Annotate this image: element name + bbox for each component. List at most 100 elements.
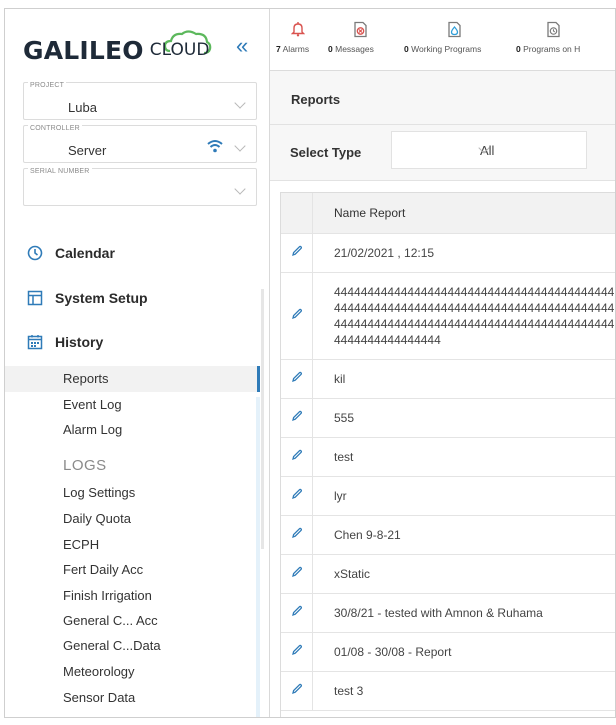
pencil-icon[interactable] <box>291 527 303 539</box>
galileo-logo: GALILEO CLOUD <box>23 30 212 67</box>
pencil-icon[interactable] <box>291 605 303 617</box>
name-report-cell: Chen 9-8-21 <box>312 515 615 555</box>
page-title: Reports <box>291 92 341 107</box>
name-report-cell: xStatic <box>312 554 615 594</box>
edit-cell[interactable] <box>281 398 313 438</box>
pencil-icon[interactable] <box>291 683 303 695</box>
alarms-label: Alarms <box>282 44 310 54</box>
edit-cell[interactable] <box>281 515 313 555</box>
chevron-down-icon <box>234 97 246 109</box>
edit-cell[interactable] <box>281 632 313 672</box>
table-row[interactable]: Chen 9-8-21 <box>281 515 615 555</box>
message-x-icon <box>354 21 367 38</box>
sidebar-item-sensor-data[interactable]: Sensor Data <box>63 690 135 705</box>
table-row[interactable]: 30/8/21 - tested with Amnon & Ruhama <box>281 593 615 633</box>
sidebar-item-event-log[interactable]: Event Log <box>63 397 122 412</box>
select-type-dropdown[interactable]: All <box>391 131 587 169</box>
layout-icon <box>27 290 43 306</box>
report-name: 21/02/2021 , 12:15 <box>334 245 435 260</box>
page-header: Reports <box>270 71 615 125</box>
edit-cell[interactable] <box>281 671 313 711</box>
pencil-icon[interactable] <box>291 410 303 422</box>
table-row[interactable]: lyr <box>281 476 615 516</box>
alarms-count: 7 <box>276 44 281 54</box>
sidebar-item-log-settings[interactable]: Log Settings <box>63 485 135 500</box>
pencil-icon[interactable] <box>291 245 303 257</box>
name-report-cell: kil <box>312 359 615 399</box>
table-row[interactable]: 4444444444444444444444444444444444444444… <box>281 272 615 360</box>
sidebar-scrollbar[interactable] <box>261 289 264 549</box>
report-name: xStatic <box>334 566 371 581</box>
name-report-cell: 4444444444444444444444444444444444444444… <box>312 272 615 360</box>
chevron-down-icon <box>234 183 246 195</box>
name-report-cell: 01/08 - 30/08 - Report <box>312 632 615 672</box>
table-row[interactable]: 21/02/2021 , 12:15 <box>281 233 615 273</box>
working-programs-stat[interactable]: 0 Working Programs <box>404 9 508 71</box>
clock-icon <box>27 245 43 261</box>
edit-column-header <box>281 193 313 234</box>
report-name: test 3 <box>334 683 364 698</box>
nav-system-setup[interactable]: System Setup <box>27 290 148 306</box>
sidebar-item-daily-quota[interactable]: Daily Quota <box>63 511 131 526</box>
pencil-icon[interactable] <box>291 308 303 320</box>
nav-history[interactable]: History <box>27 334 103 350</box>
messages-count: 0 <box>328 44 333 54</box>
sidebar-item-general-c-acc[interactable]: General C... Acc <box>63 613 158 628</box>
logo-cloud-text: CLOUD <box>149 40 210 60</box>
sidebar-item-fert-daily-acc[interactable]: Fert Daily Acc <box>63 562 143 577</box>
collapse-sidebar-button[interactable]: « <box>236 35 248 57</box>
project-select[interactable]: PROJECT Luba <box>23 82 257 120</box>
edit-cell[interactable] <box>281 554 313 594</box>
alarms-stat[interactable]: 7 Alarms <box>276 9 320 71</box>
table-row[interactable]: test 3 <box>281 671 615 711</box>
sidebar-item-meteorology[interactable]: Meteorology <box>63 664 135 679</box>
report-name: kil <box>334 371 346 386</box>
table-row[interactable]: 555 <box>281 398 615 438</box>
pencil-icon[interactable] <box>291 449 303 461</box>
sidebar-item-ecph[interactable]: ECPH <box>63 537 99 552</box>
edit-cell[interactable] <box>281 593 313 633</box>
nav-system-setup-label: System Setup <box>55 290 148 306</box>
edit-cell[interactable] <box>281 476 313 516</box>
pencil-icon[interactable] <box>291 371 303 383</box>
chevron-down-icon <box>234 140 246 152</box>
report-name: test <box>334 449 354 464</box>
nav-calendar[interactable]: Calendar <box>27 245 115 261</box>
pencil-icon[interactable] <box>291 566 303 578</box>
project-label: PROJECT <box>28 82 67 89</box>
name-report-cell: 21/02/2021 , 12:15 <box>312 233 615 273</box>
table-row[interactable]: 01/08 - 30/08 - Report <box>281 632 615 672</box>
table-header-row: Name Report <box>281 193 615 234</box>
edit-cell[interactable] <box>281 272 313 360</box>
name-report-cell: test 3 <box>312 671 615 711</box>
programs-on-hold-label: Programs on H <box>523 44 581 54</box>
app-window: GALILEO CLOUD « PROJECT Luba CONTROLLER … <box>4 8 616 718</box>
name-report-header: Name Report <box>312 193 615 234</box>
report-name: lyr <box>334 488 347 503</box>
pencil-icon[interactable] <box>291 488 303 500</box>
logo-word: GALILEO <box>23 35 144 65</box>
edit-cell[interactable] <box>281 437 313 477</box>
table-row[interactable]: test <box>281 437 615 477</box>
edit-cell[interactable] <box>281 359 313 399</box>
status-bar: 7 Alarms 0 Messages 0 Working Programs 0… <box>270 9 615 71</box>
programs-on-hold-stat[interactable]: 0 Programs on H <box>516 9 615 71</box>
select-type-label: Select Type <box>290 145 362 160</box>
controller-select[interactable]: CONTROLLER Server <box>23 125 257 163</box>
name-report-cell: 555 <box>312 398 615 438</box>
drop-icon <box>448 21 461 38</box>
messages-stat[interactable]: 0 Messages <box>328 9 398 71</box>
edit-cell[interactable] <box>281 233 313 273</box>
sidebar-item-finish-irrigation[interactable]: Finish Irrigation <box>63 588 152 603</box>
report-name: 01/08 - 30/08 - Report <box>334 644 452 659</box>
sidebar-item-reports[interactable]: Reports <box>5 366 260 392</box>
programs-on-hold-count: 0 <box>516 44 521 54</box>
table-row[interactable]: xStatic <box>281 554 615 594</box>
nav-calendar-label: Calendar <box>55 245 115 261</box>
table-row[interactable]: kil <box>281 359 615 399</box>
sidebar-item-general-c-data[interactable]: General C...Data <box>63 638 161 653</box>
pencil-icon[interactable] <box>291 644 303 656</box>
calendar-grid-icon <box>27 335 43 350</box>
serial-number-select[interactable]: SERIAL NUMBER <box>23 168 257 206</box>
sidebar-item-alarm-log[interactable]: Alarm Log <box>63 422 122 437</box>
